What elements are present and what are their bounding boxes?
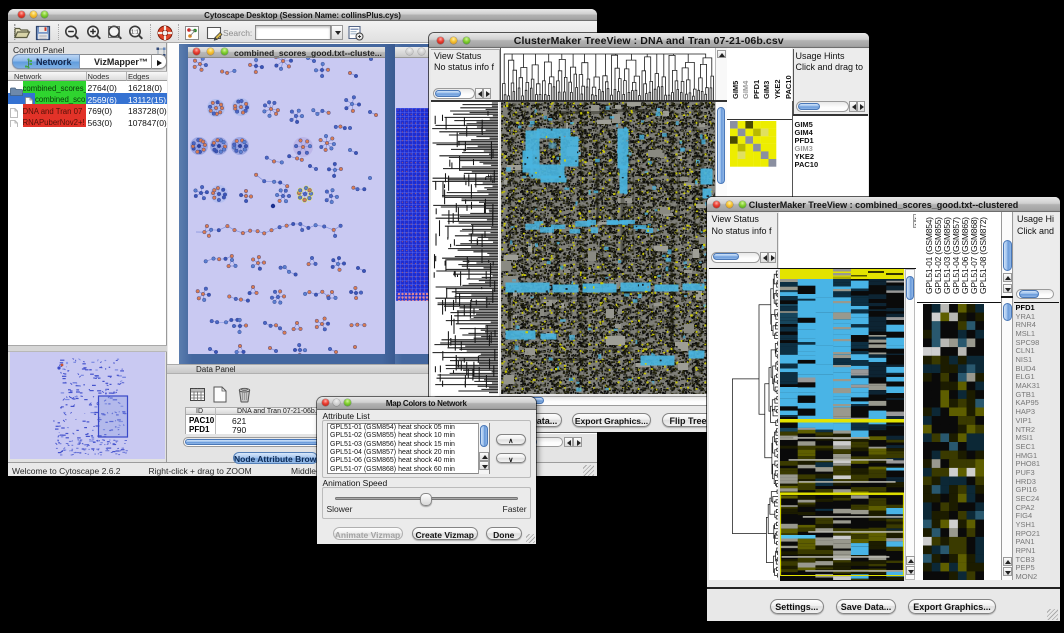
svg-text:1:1: 1:1 xyxy=(131,30,139,36)
